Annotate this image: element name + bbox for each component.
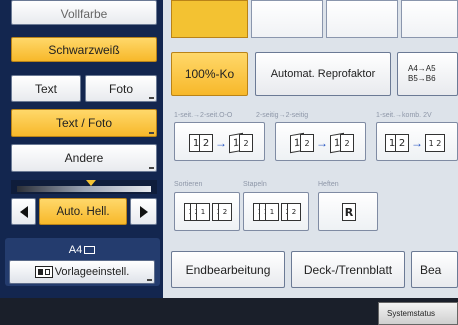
text-button[interactable]: Text [11,75,81,102]
sort-label: Sortieren [174,181,203,188]
duplex-label-2: 2-seitig→2-seitig [256,112,309,119]
duplex-label-3: 1-seit.→komb. 2V [376,112,432,119]
density-bar [17,186,151,192]
system-status-button[interactable]: Systemstatus [378,302,458,325]
density-lighter-button[interactable] [11,198,36,225]
zoom-100-button[interactable]: 100%-Ko [171,52,248,96]
reduce-preset-button[interactable]: A4→A5 B5→B6 [397,52,458,96]
staple-icon: R [335,199,363,225]
top-button-3[interactable] [326,0,398,38]
paper-orientation-icon [84,246,96,254]
paper-size-label: A4 [68,244,83,256]
sort-button[interactable]: 321 32 [174,192,240,231]
text-label: Text [34,81,57,96]
auto-reduce-button[interactable]: Automat. Reprofaktor [255,52,391,96]
stack-icon: 111 22 [250,199,304,225]
stack-button[interactable]: 111 22 [243,192,309,231]
andere-label: Andere [64,151,104,165]
vollfarbe-label: Vollfarbe [60,7,108,21]
duplex-label-1: 1-seit.→2-seit.O-O [174,112,233,119]
duplex-2-to-2-button[interactable]: 12 → 12 [275,122,366,161]
foto-button[interactable]: Foto [85,75,157,102]
density-pointer-icon [86,180,96,186]
schwarzweiss-button[interactable]: Schwarzweiß [11,37,157,62]
duplex-2-to-2-icon: 12 → 12 [286,131,358,155]
vorlage-einstellung-button[interactable]: Vorlageeinstell. [9,260,155,284]
paper-size-display: A4 [9,242,155,258]
duplex-1-to-2-icon: 12 → 12 [185,131,257,155]
vollfarbe-button[interactable]: Vollfarbe [11,0,157,25]
arrow-right-icon [139,205,148,218]
duplex-combine-button[interactable]: 12 → 1 2 [376,122,458,161]
staple-label: Heften [318,181,339,188]
sort-icon: 321 32 [181,199,235,225]
text-foto-label: Text / Foto [55,116,113,130]
auto-hell-button[interactable]: Auto. Hell. [39,198,127,225]
andere-button[interactable]: Andere [11,144,157,172]
stack-label: Stapeln [243,181,267,188]
top-button-2[interactable] [251,0,323,38]
edit-tab-label: Bea [420,262,442,277]
density-scale [11,180,157,194]
zoom-100-label: 100%-Ko [184,67,235,81]
top-button-4[interactable] [401,0,458,38]
auto-reduce-label: Automat. Reprofaktor [270,68,376,80]
finishing-tab[interactable]: Endbearbeitung [171,251,285,288]
density-darker-button[interactable] [130,198,157,225]
schwarzweiss-label: Schwarzweiß [48,42,120,57]
finishing-tab-label: Endbearbeitung [185,262,271,277]
auto-hell-label: Auto. Hell. [56,205,110,218]
staple-button[interactable]: R [318,192,378,231]
reduce-b5-b6-label: B5→B6 [408,74,436,83]
edit-tab[interactable]: Bea [411,251,458,288]
duplex-combine-icon: 12 → 1 2 [385,131,458,155]
reduce-a4-a5-label: A4→A5 [408,64,436,73]
cover-tab[interactable]: Deck-/Trennblatt [291,251,405,288]
vorlage-icon [34,266,53,278]
duplex-1-to-2-button[interactable]: 12 → 12 [174,122,265,161]
system-status-label: Systemstatus [387,309,436,318]
foto-label: Foto [108,81,133,96]
text-foto-button[interactable]: Text / Foto [11,109,157,137]
top-selected-button[interactable] [171,0,248,38]
cover-tab-label: Deck-/Trennblatt [303,262,393,277]
vorlage-label: Vorlageeinstell. [54,266,130,278]
arrow-left-icon [19,205,28,218]
